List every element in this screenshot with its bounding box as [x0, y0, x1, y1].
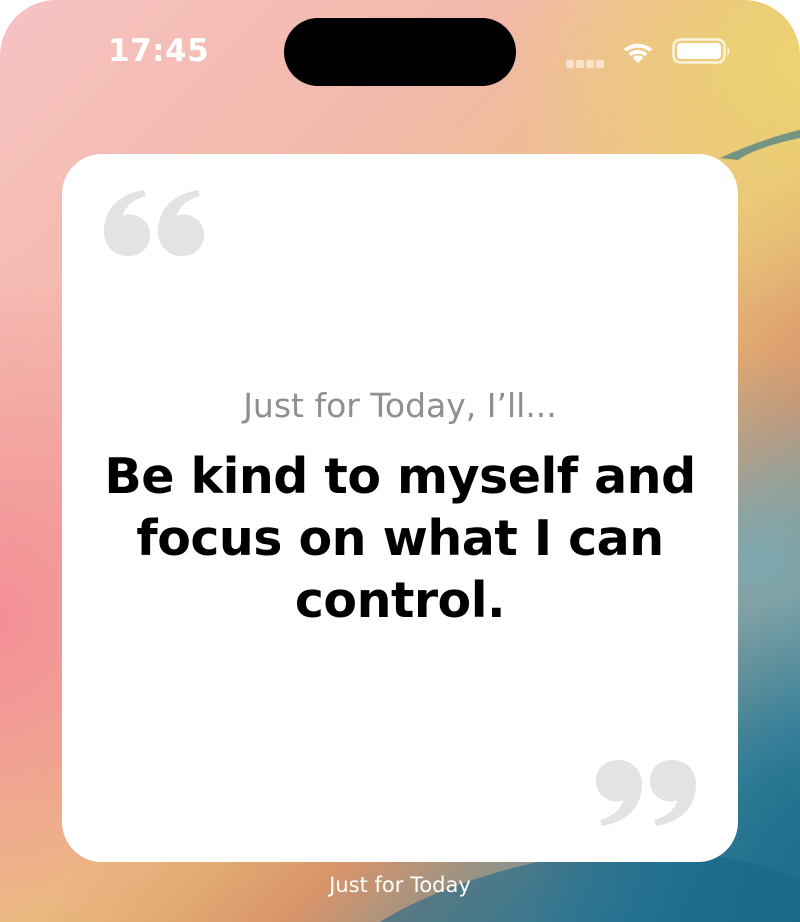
status-bar: 17:45 [0, 0, 800, 100]
close-quote-icon [596, 760, 696, 826]
quote-widget[interactable]: Just for Today, I’ll... Be kind to mysel… [62, 154, 738, 862]
status-time: 17:45 [108, 33, 210, 69]
quote-intro: Just for Today, I’ll... [243, 386, 557, 425]
dynamic-island [284, 18, 516, 86]
cellular-signal-icon [566, 55, 610, 68]
battery-icon [672, 38, 730, 64]
widget-label: Just for Today [329, 873, 471, 897]
open-quote-icon [104, 190, 204, 256]
wifi-icon [624, 43, 652, 63]
home-screen: 17:45 Just for Today, I’ll... Be kind to… [0, 0, 800, 922]
quote-text: Be kind to myself and focus on what I ca… [104, 448, 696, 629]
